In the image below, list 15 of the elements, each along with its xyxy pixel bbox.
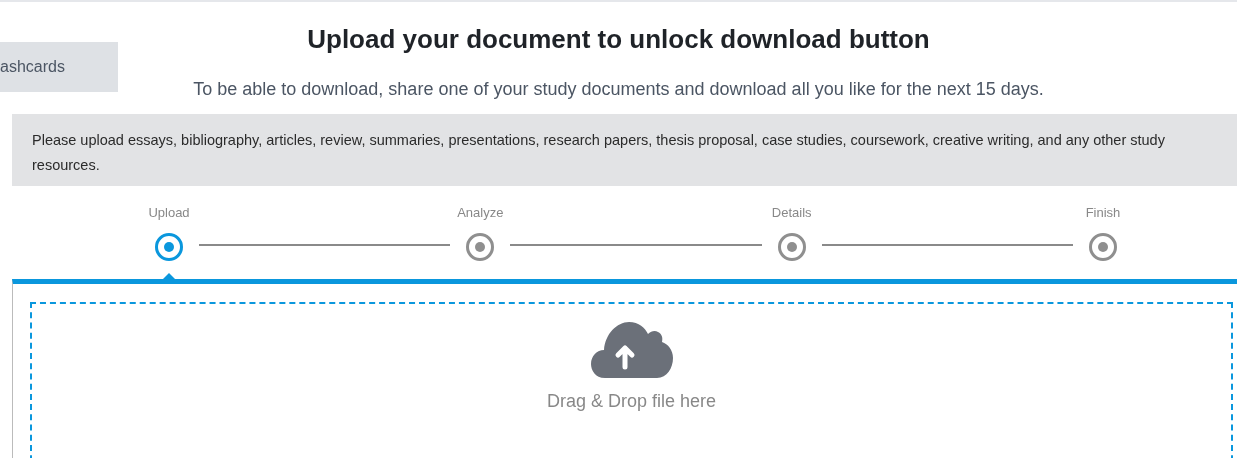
drop-zone[interactable]: Drag & Drop file here xyxy=(30,302,1233,458)
step-label: Upload xyxy=(148,205,190,221)
step-label: Analyze xyxy=(457,205,504,221)
drop-hint: Drag & Drop file here xyxy=(546,390,717,413)
page-title: Upload your document to unlock download button xyxy=(307,23,930,56)
sidebar-tab[interactable]: ashcards xyxy=(0,42,118,92)
step-label: Details xyxy=(771,205,812,221)
notice-text: Please upload essays, bibliography, articles, review, summaries, presentations, research papers, thesis proposal, case studies, coursework, creative writing, and any other study resources. xyxy=(32,131,1166,175)
cloud-upload-icon xyxy=(590,320,673,378)
page-subtitle: To be able to download, share one of your study documents and download all you like for the next 15 days. xyxy=(193,78,1044,101)
step-label: Finish xyxy=(1085,205,1121,221)
step-marker[interactable] xyxy=(777,233,806,261)
step-marker[interactable] xyxy=(1089,233,1117,261)
step-marker[interactable] xyxy=(466,233,495,261)
step-marker[interactable] xyxy=(155,233,183,261)
